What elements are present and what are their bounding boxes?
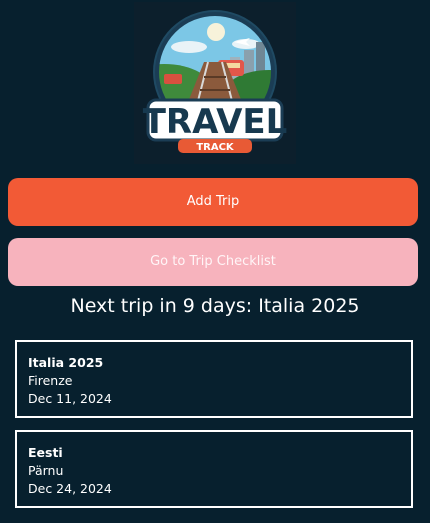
trip-name: Italia 2025 bbox=[28, 355, 104, 370]
trip-city: Pärnu bbox=[28, 463, 64, 478]
trip-card[interactable]: Eesti Pärnu Dec 24, 2024 bbox=[15, 430, 413, 508]
app-logo: TRAVEL TRACK bbox=[134, 2, 296, 164]
travel-track-logo-icon: TRAVEL TRACK bbox=[143, 10, 288, 153]
next-trip-heading: Next trip in 9 days: Italia 2025 bbox=[70, 295, 360, 317]
trip-card[interactable]: Italia 2025 Firenze Dec 11, 2024 bbox=[15, 340, 413, 418]
trip-city: Firenze bbox=[28, 373, 73, 388]
trip-date: Dec 11, 2024 bbox=[28, 391, 112, 406]
logo-wordmark: TRAVEL bbox=[143, 102, 288, 142]
trip-checklist-button[interactable]: Go to Trip Checklist bbox=[8, 238, 418, 286]
logo-subtitle: TRACK bbox=[196, 142, 235, 153]
trip-date: Dec 24, 2024 bbox=[28, 481, 112, 496]
trip-name: Eesti bbox=[28, 445, 63, 460]
add-trip-button[interactable]: Add Trip bbox=[8, 178, 418, 226]
